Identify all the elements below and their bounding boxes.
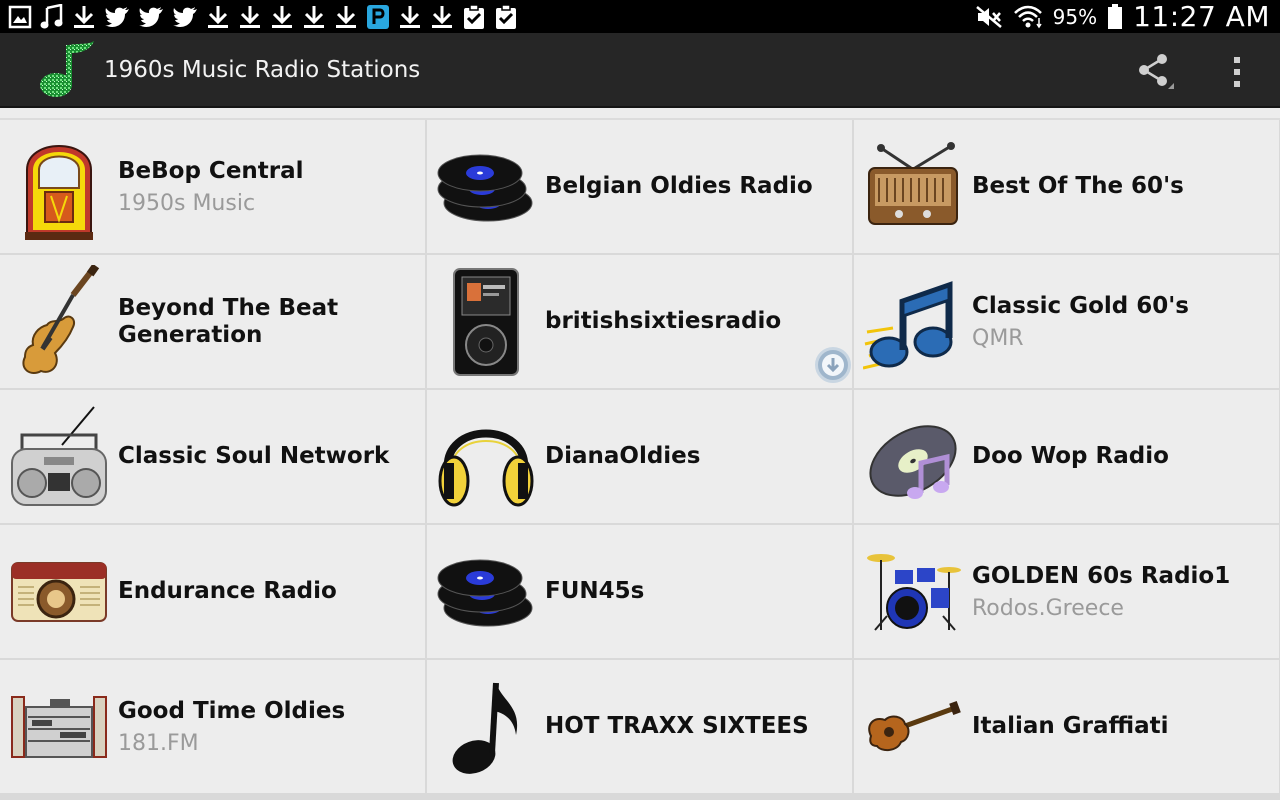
- app-title: 1960s Music Radio Stations: [104, 57, 421, 83]
- station-cell[interactable]: Belgian Oldies Radio: [427, 120, 852, 253]
- download-arrow-icon: [822, 354, 844, 376]
- music-note-icon: [40, 4, 63, 29]
- station-name: FUN45s: [545, 578, 645, 604]
- twitter-icon: [173, 7, 197, 27]
- wifi-icon: [1013, 5, 1042, 28]
- station-grid: BeBop Central 1950s Music Belgian Oldies…: [0, 108, 1280, 800]
- station-text: HOT TRAXX SIXTEES: [545, 660, 845, 793]
- station-cell[interactable]: GOLDEN 60s Radio1 Rodos.Greece: [854, 525, 1279, 658]
- download-fab[interactable]: [815, 347, 851, 383]
- station-cell[interactable]: Endurance Radio: [0, 525, 425, 658]
- clipboard-check-icon: [496, 4, 516, 29]
- station-name: Belgian Oldies Radio: [545, 173, 813, 199]
- station-cell[interactable]: Good Time Oldies 181.FM: [0, 660, 425, 793]
- action-bar: 1960s Music Radio Stations: [0, 33, 1280, 108]
- station-text: Endurance Radio: [118, 525, 418, 658]
- download-icon: [336, 6, 356, 28]
- station-name: Italian Graffiati: [972, 713, 1169, 739]
- ipod-icon: [435, 265, 537, 378]
- station-name: DianaOldies: [545, 443, 701, 469]
- download-icon: [400, 6, 420, 28]
- station-cell[interactable]: HOT TRAXX SIXTEES: [427, 660, 852, 793]
- download-icon: [304, 6, 324, 28]
- station-name: GOLDEN 60s Radio1: [972, 562, 1231, 589]
- vinyl-records-icon: [435, 535, 537, 648]
- app-p-icon: [367, 5, 389, 29]
- station-cell[interactable]: britishsixtiesradio: [427, 255, 852, 388]
- battery-percent: 95%: [1052, 4, 1098, 29]
- station-cell[interactable]: Best Of The 60's: [854, 120, 1279, 253]
- stereo-system-icon: [8, 670, 110, 783]
- station-text: DianaOldies: [545, 390, 845, 523]
- station-name: Doo Wop Radio: [972, 443, 1169, 469]
- download-icon: [432, 6, 452, 28]
- drum-kit-icon: [862, 535, 964, 648]
- station-name: Endurance Radio: [118, 578, 337, 604]
- overflow-menu-icon[interactable]: [1222, 51, 1252, 93]
- download-icon: [208, 6, 228, 28]
- station-text: Beyond The Beat Generation: [118, 255, 418, 388]
- station-text: FUN45s: [545, 525, 845, 658]
- station-cell[interactable]: Beyond The Beat Generation: [0, 255, 425, 388]
- vinyl-note-icon: [862, 400, 964, 513]
- station-text: BeBop Central 1950s Music: [118, 120, 418, 253]
- station-text: Classic Soul Network: [118, 390, 418, 523]
- station-cell[interactable]: Doo Wop Radio: [854, 390, 1279, 523]
- station-text: Classic Gold 60's QMR: [972, 255, 1272, 388]
- station-subtitle: 1950s Music: [118, 190, 256, 216]
- station-text: Best Of The 60's: [972, 120, 1272, 253]
- battery-icon: [1108, 3, 1123, 29]
- station-cell[interactable]: BeBop Central 1950s Music: [0, 120, 425, 253]
- station-cell[interactable]: DianaOldies: [427, 390, 852, 523]
- station-name: BeBop Central: [118, 157, 304, 184]
- station-text: Good Time Oldies 181.FM: [118, 660, 418, 793]
- acoustic-guitar-icon: [862, 670, 964, 783]
- download-icon: [74, 6, 94, 28]
- twitter-icon: [139, 7, 163, 27]
- station-cell[interactable]: Italian Graffiati: [854, 660, 1279, 793]
- share-icon[interactable]: [1136, 53, 1180, 93]
- retro-radio-icon: [8, 535, 110, 648]
- station-name: Classic Gold 60's: [972, 292, 1189, 319]
- music-notes-icon: [862, 265, 964, 378]
- station-text: Doo Wop Radio: [972, 390, 1272, 523]
- electric-guitar-icon: [8, 265, 110, 378]
- station-name: Beyond The Beat Generation: [118, 294, 339, 348]
- notification-icons: [8, 3, 518, 31]
- headphones-icon: [435, 400, 537, 513]
- boombox-icon: [8, 400, 110, 513]
- station-cell[interactable]: FUN45s: [427, 525, 852, 658]
- download-icon: [240, 6, 260, 28]
- vintage-radio-icon: [862, 130, 964, 243]
- station-name: HOT TRAXX SIXTEES: [545, 713, 809, 739]
- status-bar: 95% 11:27 AM: [0, 0, 1280, 33]
- station-text: Belgian Oldies Radio: [545, 120, 845, 253]
- station-subtitle: 181.FM: [118, 730, 199, 756]
- station-name: Best Of The 60's: [972, 173, 1184, 199]
- station-subtitle: QMR: [972, 325, 1024, 351]
- vinyl-records-icon: [435, 130, 537, 243]
- station-text: britishsixtiesradio: [545, 255, 845, 388]
- station-name: Good Time Oldies: [118, 697, 346, 724]
- download-icon: [272, 6, 292, 28]
- gallery-icon: [8, 5, 32, 29]
- system-status: 95% 11:27 AM: [975, 0, 1270, 33]
- eighth-note-icon: [435, 670, 537, 783]
- station-subtitle: Rodos.Greece: [972, 595, 1124, 621]
- clipboard-check-icon: [464, 4, 484, 29]
- station-text: Italian Graffiati: [972, 660, 1272, 793]
- twitter-icon: [105, 7, 129, 27]
- jukebox-icon: [8, 130, 110, 243]
- station-text: GOLDEN 60s Radio1 Rodos.Greece: [972, 525, 1272, 658]
- station-name: britishsixtiesradio: [545, 308, 782, 334]
- clock: 11:27 AM: [1133, 0, 1270, 33]
- station-cell[interactable]: Classic Gold 60's QMR: [854, 255, 1279, 388]
- station-name: Classic Soul Network: [118, 443, 390, 469]
- partial-row: [0, 108, 1280, 120]
- mute-icon: [975, 5, 1002, 28]
- app-logo-icon[interactable]: [36, 39, 98, 101]
- station-cell[interactable]: Classic Soul Network: [0, 390, 425, 523]
